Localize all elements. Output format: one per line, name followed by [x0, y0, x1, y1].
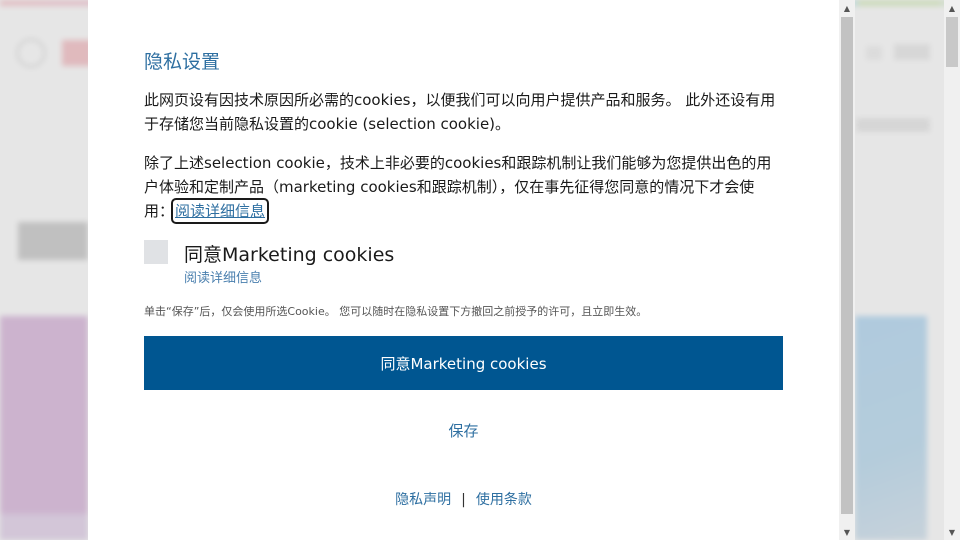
privacy-settings-dialog: 隐私设置 此网页设有因技术原因所必需的cookies，以便我们可以向用户提供产品… [88, 0, 840, 540]
page-scrollbar[interactable]: ▲ ▼ [944, 0, 960, 540]
save-note: 单击“保存”后，仅会使用所选Cookie。 您可以随时在隐私设置下方撤回之前授予… [144, 305, 648, 318]
dialog-title: 隐私设置 [144, 51, 221, 73]
footer-separator: | [461, 492, 466, 508]
marketing-read-more-link[interactable]: 阅读详细信息 [184, 267, 262, 286]
terms-of-use-link[interactable]: 使用条款 [476, 492, 532, 508]
dialog-scrollbar-thumb[interactable] [841, 17, 853, 514]
triangle-down-icon[interactable]: ▼ [839, 524, 855, 540]
marketing-cookies-checkbox[interactable] [144, 240, 168, 264]
triangle-up-icon[interactable]: ▲ [944, 0, 960, 16]
intro-paragraph: 此网页设有因技术原因所必需的cookies，以便我们可以向用户提供产品和服务。 … [144, 91, 776, 133]
page-scrollbar-thumb[interactable] [946, 17, 958, 67]
triangle-down-icon[interactable]: ▼ [944, 524, 960, 540]
marketing-paragraph: 除了上述selection cookie，技术上非必要的cookies和跟踪机制… [144, 151, 784, 224]
accept-marketing-button[interactable]: 同意Marketing cookies [144, 336, 783, 390]
save-button[interactable]: 保存 [144, 420, 783, 440]
privacy-statement-link[interactable]: 隐私声明 [395, 492, 451, 508]
dialog-scrollbar[interactable]: ▲ ▼ [839, 0, 855, 540]
footer-links: 隐私声明 | 使用条款 [144, 489, 783, 509]
read-more-link[interactable]: 阅读详细信息 [171, 198, 270, 224]
marketing-cookies-label[interactable]: 同意Marketing cookies [184, 240, 394, 267]
triangle-up-icon[interactable]: ▲ [839, 0, 855, 16]
